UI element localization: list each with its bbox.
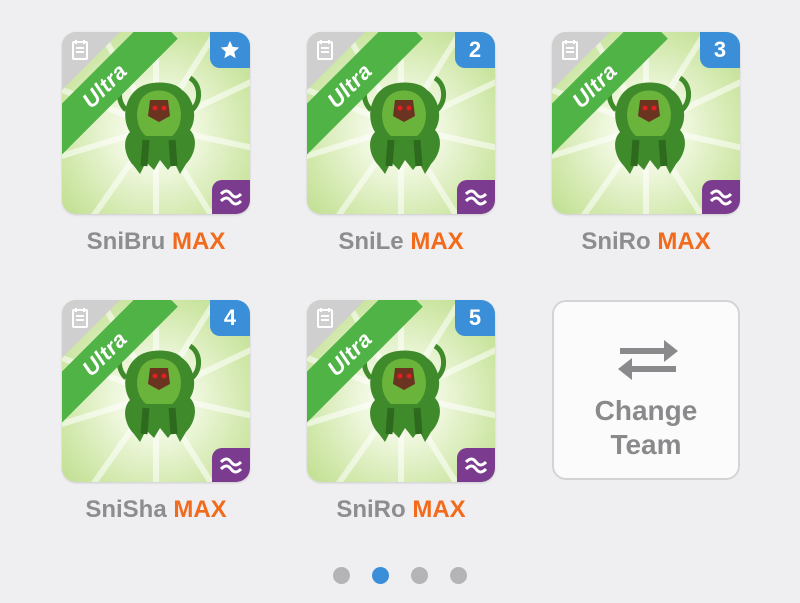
monster-name: SniLe [338,228,404,255]
monster-card[interactable]: Ultra 5 [307,300,495,482]
water-waves-icon [465,189,487,206]
page-dot-3[interactable] [411,567,428,584]
notes-icon[interactable] [72,40,88,60]
element-badge [457,180,495,214]
team-slot-2: Ultra 2 SniLe MAX [307,32,497,272]
change-team-line1: Change [594,395,698,426]
water-waves-icon [220,189,242,206]
monster-name: SniRo [336,496,406,523]
monster-level: MAX [410,228,464,255]
notes-corner [62,300,120,358]
element-badge [212,448,250,482]
swap-arrows-icon [618,340,678,380]
page-dot-2-active[interactable] [372,567,389,584]
water-waves-icon [220,457,242,474]
slot-number-badge: 4 [210,300,250,336]
monster-level: MAX [172,228,226,255]
monster-name: SniSha [85,496,167,523]
monster-card[interactable]: Ultra [62,32,250,214]
notes-icon[interactable] [72,308,88,328]
monster-name-label: SniRo MAX [552,228,740,256]
slot-number-badge: 2 [455,32,495,68]
monster-level: MAX [173,496,227,523]
team-slot-1: Ultra SniBru MAX [62,32,252,272]
monster-level: MAX [412,496,466,523]
slot-number-badge: 3 [700,32,740,68]
element-badge [212,180,250,214]
notes-corner [307,300,365,358]
monster-name: SniBru [86,228,166,255]
monster-level: MAX [657,228,711,255]
element-badge [702,180,740,214]
page-dot-4[interactable] [450,567,467,584]
element-badge [457,448,495,482]
monster-card[interactable]: Ultra 3 [552,32,740,214]
notes-icon[interactable] [562,40,578,60]
water-waves-icon [710,189,732,206]
slot-number-badge: 5 [455,300,495,336]
star-icon [220,40,240,59]
team-slot-3: Ultra 3 SniRo MAX [552,32,742,272]
notes-corner [62,32,120,90]
notes-corner [552,32,610,90]
notes-icon[interactable] [317,40,333,60]
monster-name-label: SniRo MAX [307,496,495,524]
page-dot-1[interactable] [333,567,350,584]
monster-card[interactable]: Ultra 2 [307,32,495,214]
change-team-label: Change Team [554,394,738,462]
team-slot-5: Ultra 5 SniRo MAX [307,300,497,540]
monster-name-label: SniSha MAX [62,496,250,524]
leader-badge [210,32,250,68]
monster-name: SniRo [581,228,651,255]
notes-corner [307,32,365,90]
change-team-line2: Team [610,429,682,460]
team-slot-4: Ultra 4 SniSha MAX [62,300,252,540]
change-team-button[interactable]: Change Team [552,300,740,480]
monster-name-label: SniBru MAX [62,228,250,256]
notes-icon[interactable] [317,308,333,328]
monster-name-label: SniLe MAX [307,228,495,256]
water-waves-icon [465,457,487,474]
page-indicator [0,567,800,584]
monster-card[interactable]: Ultra 4 [62,300,250,482]
